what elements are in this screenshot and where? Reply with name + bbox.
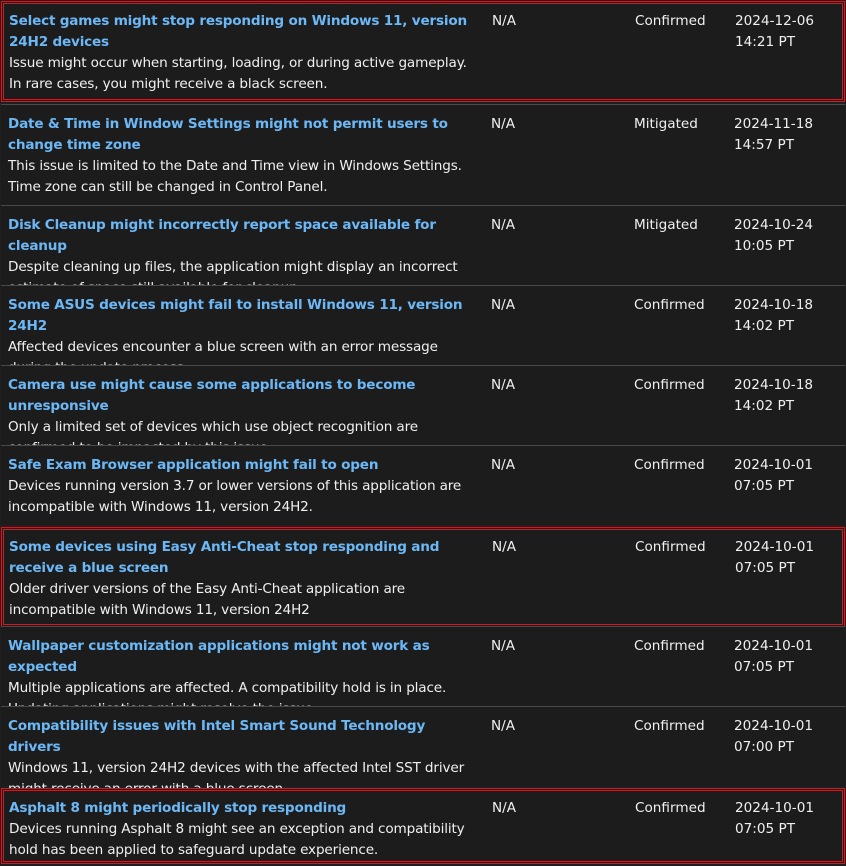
last-updated-date: 2024-10-18 [734, 377, 814, 393]
last-updated-time: 07:05 PT [735, 821, 795, 837]
status-text: Confirmed [635, 13, 706, 29]
last-updated-time: 14:02 PT [734, 318, 794, 334]
last-updated: 2024-10-01 07:05 PT [735, 537, 835, 579]
last-updated-time: 07:05 PT [735, 560, 795, 576]
issue-title-link[interactable]: Asphalt 8 might periodically stop respon… [9, 798, 479, 819]
last-updated-time: 10:05 PT [734, 238, 794, 254]
originating-update: N/A [491, 457, 516, 473]
status-text: Confirmed [635, 800, 706, 816]
last-updated-time: 07:05 PT [734, 659, 794, 675]
last-updated-date: 2024-10-01 [734, 638, 814, 654]
last-updated-date: 2024-10-18 [734, 297, 814, 313]
last-updated: 2024-10-24 10:05 PT [734, 215, 834, 257]
issue-row: Compatibility issues with Intel Smart So… [1, 706, 845, 797]
status-text: Confirmed [635, 539, 706, 555]
issue-title-link[interactable]: Some ASUS devices might fail to install … [8, 295, 478, 337]
originating-update: N/A [491, 718, 516, 734]
status-text: Mitigated [634, 116, 698, 132]
status-text: Confirmed [634, 377, 705, 393]
issue-row: Safe Exam Browser application might fail… [1, 445, 845, 525]
last-updated-time: 07:05 PT [734, 478, 794, 494]
originating-update: N/A [492, 539, 517, 555]
issue-title-link[interactable]: Compatibility issues with Intel Smart So… [8, 716, 478, 758]
issue-summary-cell: Asphalt 8 might periodically stop respon… [9, 798, 479, 861]
issue-description: Issue might occur when starting, loading… [9, 55, 467, 92]
issue-title-link[interactable]: Disk Cleanup might incorrectly report sp… [8, 215, 478, 257]
last-updated-date: 2024-12-06 [735, 13, 815, 29]
issue-title-link[interactable]: Some devices using Easy Anti-Cheat stop … [9, 537, 479, 579]
issue-title-link[interactable]: Select games might stop responding on Wi… [9, 11, 479, 53]
known-issues-table: Select games might stop responding on Wi… [0, 0, 846, 866]
status-text: Confirmed [634, 457, 705, 473]
issue-summary-cell: Select games might stop responding on Wi… [9, 11, 479, 95]
last-updated-time: 14:02 PT [734, 398, 794, 414]
originating-update: N/A [491, 377, 516, 393]
originating-update: N/A [492, 13, 517, 29]
issue-title-link[interactable]: Date & Time in Window Settings might not… [8, 114, 478, 156]
issue-row: Some ASUS devices might fail to install … [1, 285, 845, 376]
last-updated: 2024-12-06 14:21 PT [735, 11, 835, 53]
last-updated-date: 2024-10-01 [735, 539, 815, 555]
last-updated: 2024-10-18 14:02 PT [734, 295, 834, 337]
last-updated: 2024-11-18 14:57 PT [734, 114, 834, 156]
issue-row: Date & Time in Window Settings might not… [1, 104, 845, 205]
issue-summary-cell: Some devices using Easy Anti-Cheat stop … [9, 537, 479, 621]
issue-description: Devices running Asphalt 8 might see an e… [9, 821, 465, 858]
last-updated: 2024-10-01 07:00 PT [734, 716, 834, 758]
last-updated: 2024-10-18 14:02 PT [734, 375, 834, 417]
status-text: Confirmed [634, 297, 705, 313]
last-updated-date: 2024-10-24 [734, 217, 814, 233]
status-text: Mitigated [634, 217, 698, 233]
last-updated-date: 2024-10-01 [734, 457, 814, 473]
last-updated-time: 14:57 PT [734, 137, 794, 153]
last-updated-date: 2024-11-18 [734, 116, 814, 132]
originating-update: N/A [491, 116, 516, 132]
last-updated-date: 2024-10-01 [734, 718, 814, 734]
issue-description: This issue is limited to the Date and Ti… [8, 158, 462, 195]
issue-row: Select games might stop responding on Wi… [1, 1, 845, 102]
issue-summary-cell: Safe Exam Browser application might fail… [8, 455, 478, 518]
originating-update: N/A [491, 297, 516, 313]
issue-row: Camera use might cause some applications… [1, 365, 845, 456]
last-updated-time: 14:21 PT [735, 34, 795, 50]
issue-row: Some devices using Easy Anti-Cheat stop … [1, 527, 845, 627]
last-updated: 2024-10-01 07:05 PT [735, 798, 835, 840]
status-text: Confirmed [634, 638, 705, 654]
originating-update: N/A [491, 638, 516, 654]
issue-title-link[interactable]: Wallpaper customization applications mig… [8, 636, 478, 678]
last-updated: 2024-10-01 07:05 PT [734, 636, 834, 678]
status-text: Confirmed [634, 718, 705, 734]
issue-row: Disk Cleanup might incorrectly report sp… [1, 205, 845, 296]
last-updated: 2024-10-01 07:05 PT [734, 455, 834, 497]
issue-row: Asphalt 8 might periodically stop respon… [1, 788, 845, 864]
issue-title-link[interactable]: Safe Exam Browser application might fail… [8, 455, 478, 476]
issue-row: Wallpaper customization applications mig… [1, 626, 845, 717]
last-updated-date: 2024-10-01 [735, 800, 815, 816]
originating-update: N/A [491, 217, 516, 233]
issue-description: Devices running version 3.7 or lower ver… [8, 478, 462, 515]
issue-title-link[interactable]: Camera use might cause some applications… [8, 375, 478, 417]
issue-summary-cell: Date & Time in Window Settings might not… [8, 114, 478, 198]
originating-update: N/A [492, 800, 517, 816]
last-updated-time: 07:00 PT [734, 739, 794, 755]
issue-description: Older driver versions of the Easy Anti-C… [9, 581, 405, 618]
